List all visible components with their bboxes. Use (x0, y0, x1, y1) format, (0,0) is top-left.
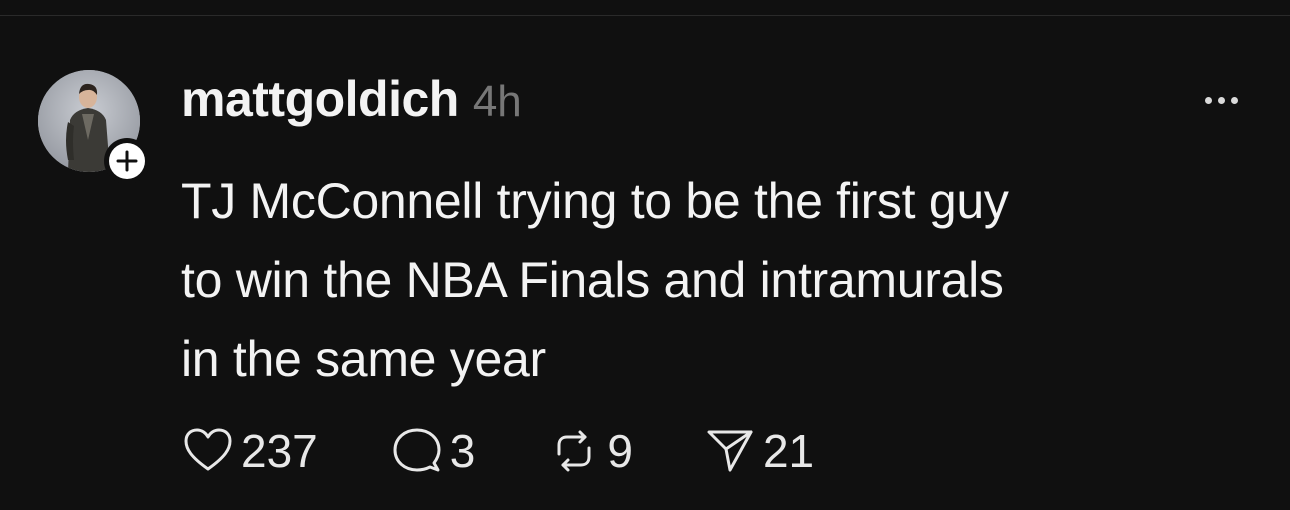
follow-button[interactable] (104, 138, 150, 184)
share-button[interactable]: 21 (703, 424, 814, 478)
reply-button[interactable]: 3 (390, 424, 476, 478)
top-divider (0, 15, 1290, 16)
post-timestamp[interactable]: 4h (473, 77, 522, 127)
like-button[interactable]: 237 (181, 424, 318, 478)
share-count: 21 (762, 425, 815, 477)
post-actions: 237 3 9 21 (181, 422, 814, 480)
repost-button[interactable]: 9 (547, 424, 633, 478)
ellipsis-icon-dot (1230, 96, 1238, 104)
send-icon (707, 430, 753, 472)
ellipsis-icon-dot (1217, 96, 1225, 104)
comment-icon (393, 428, 441, 472)
heart-icon (184, 428, 232, 471)
post-text-line: to win the NBA Finals and intramurals (181, 252, 1004, 308)
repost-count: 9 (607, 425, 633, 477)
post-body: TJ McConnell trying to be the first guy … (181, 162, 1261, 399)
follow-badge-circle[interactable] (109, 143, 145, 179)
post-text-line: TJ McConnell trying to be the first guy (181, 173, 1009, 229)
plus-icon (116, 150, 138, 172)
repost-icon (557, 430, 591, 472)
avatar-container[interactable] (38, 70, 150, 184)
post-text-line: in the same year (181, 331, 546, 387)
post-header: mattgoldich 4h (181, 70, 522, 128)
reply-count: 3 (449, 425, 476, 477)
username[interactable]: mattgoldich (181, 70, 459, 128)
like-count: 237 (241, 425, 318, 477)
ellipsis-icon-dot (1204, 96, 1212, 104)
more-options-button[interactable] (1196, 88, 1246, 112)
